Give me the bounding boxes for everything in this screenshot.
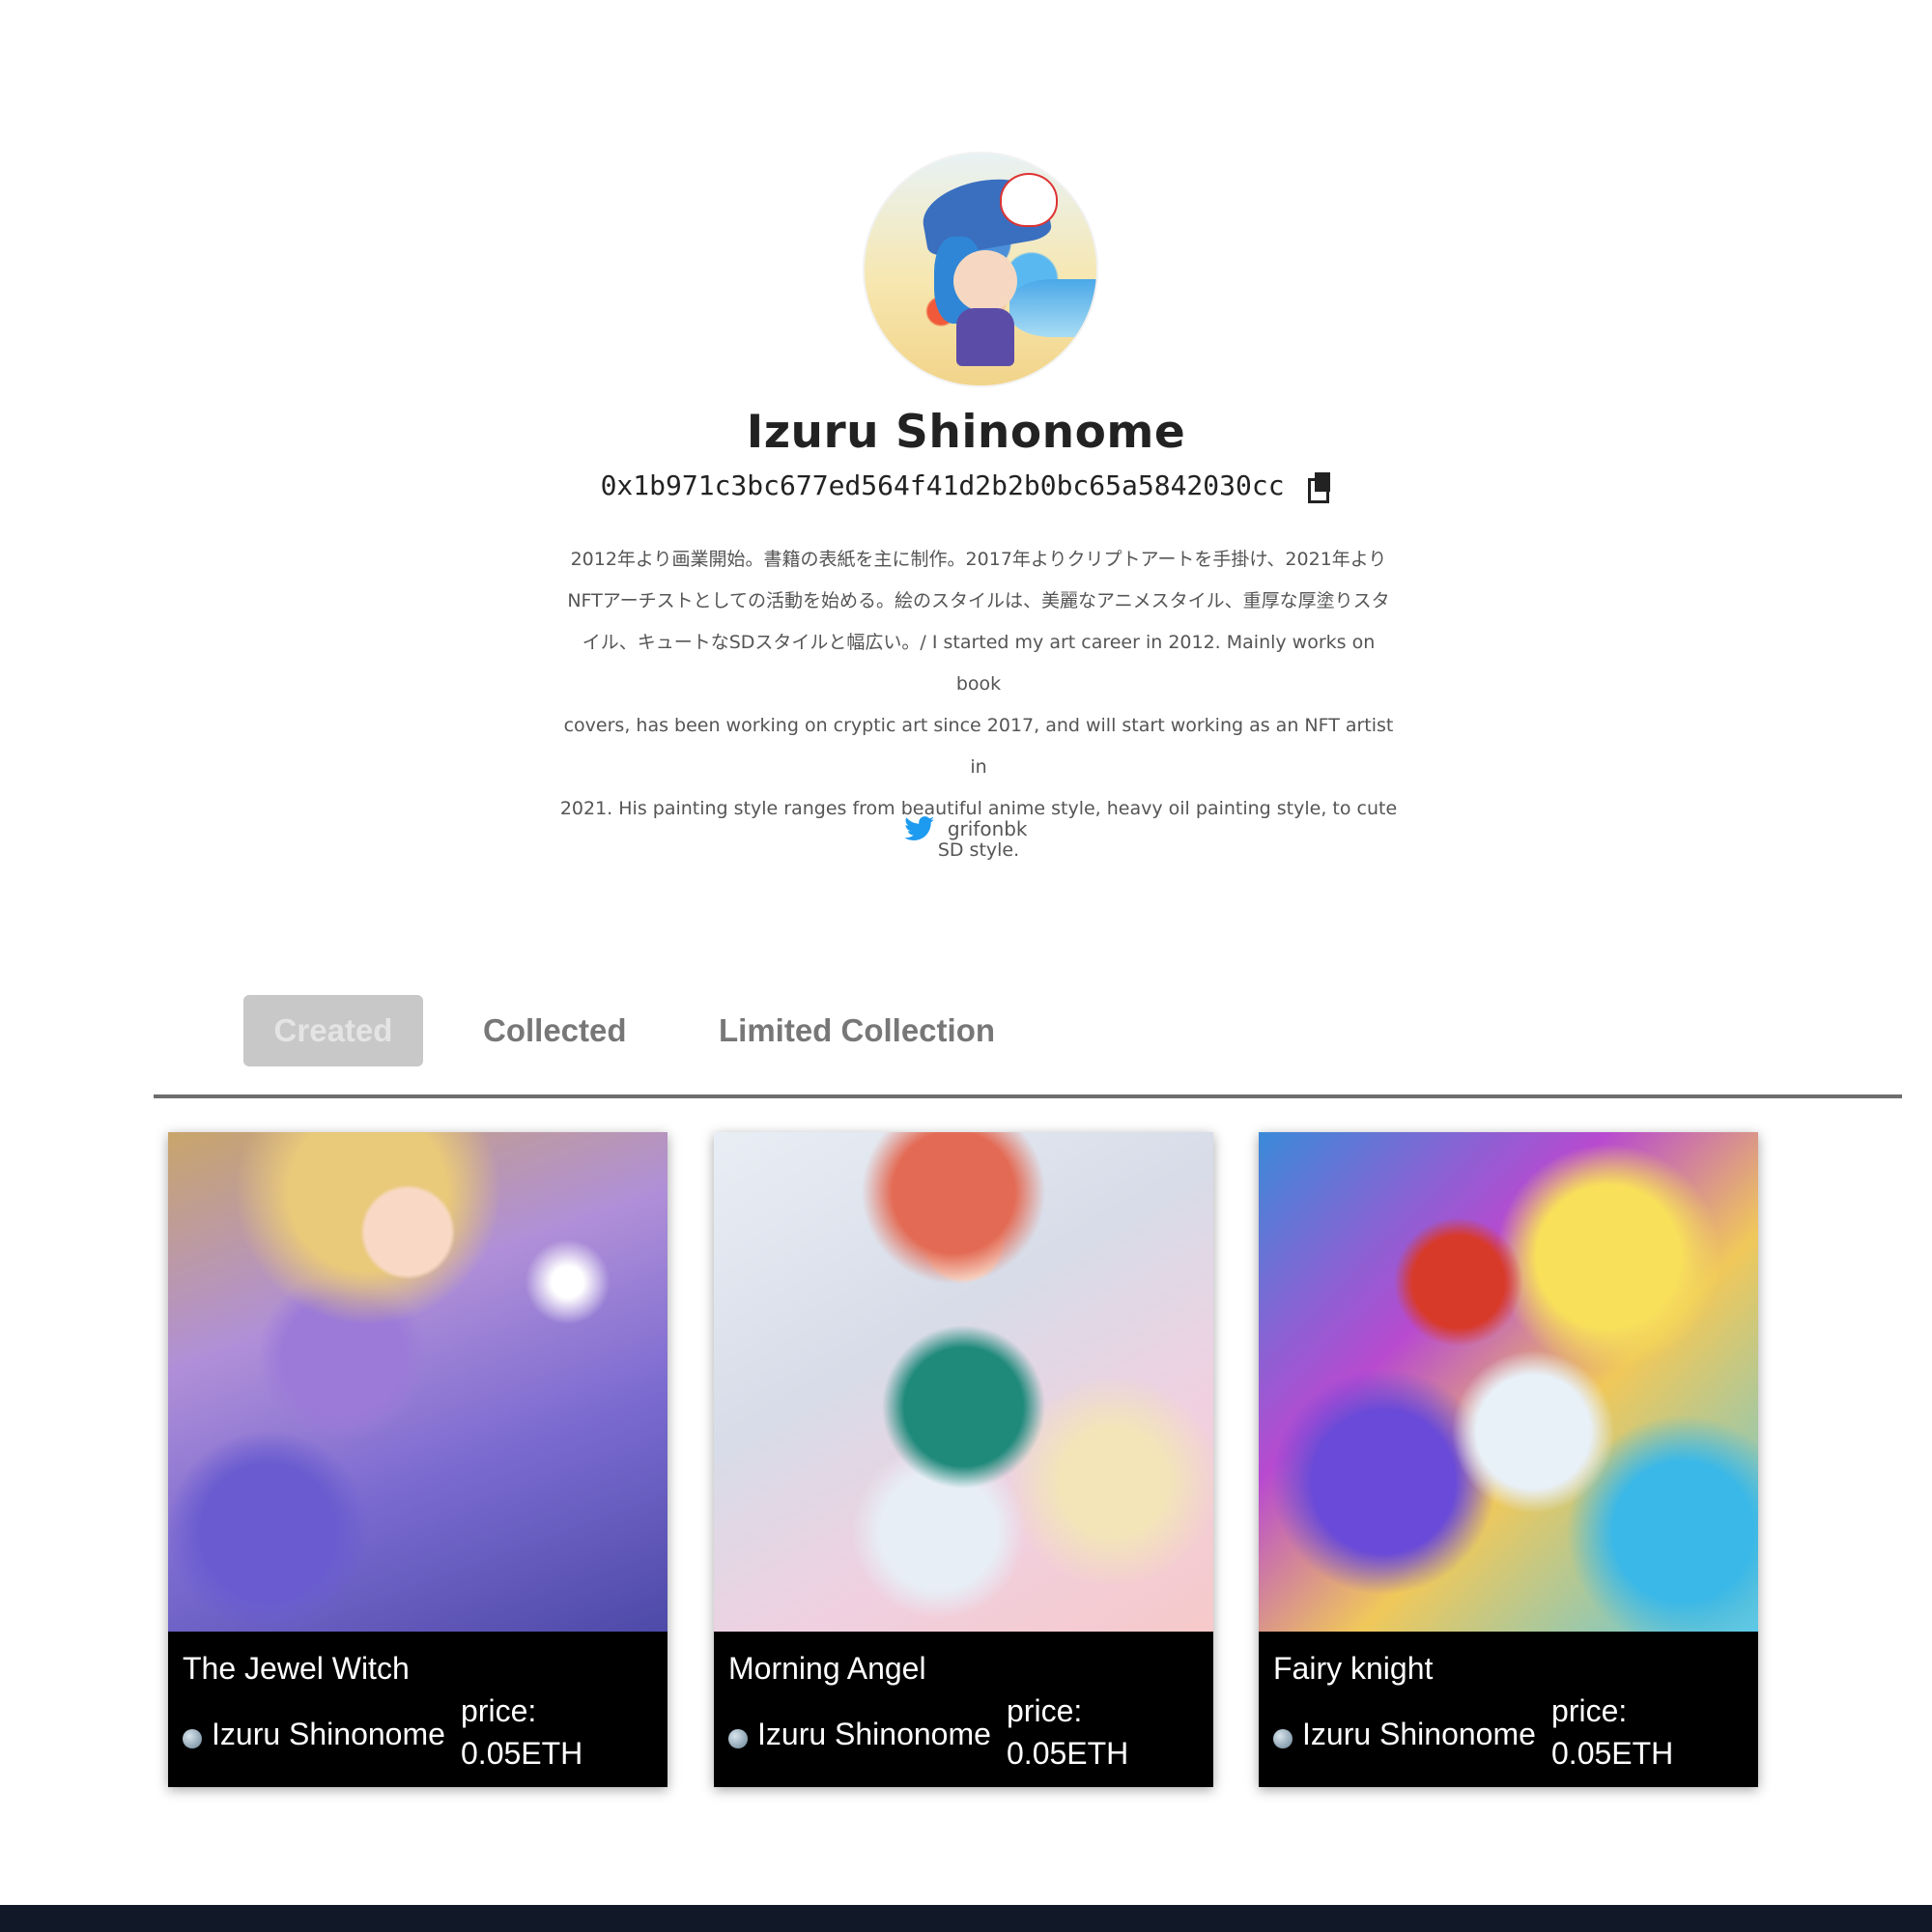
- wallet-address: 0x1b971c3bc677ed564f41d2b2b0bc65a5842030…: [600, 469, 1285, 501]
- creator-avatar-icon: [1273, 1729, 1293, 1748]
- twitter-bird-icon: [904, 816, 935, 846]
- price-label: price:: [1551, 1693, 1628, 1728]
- profile-name: Izuru Shinonome: [746, 406, 1186, 459]
- price-value: 0.05ETH: [1007, 1736, 1129, 1771]
- nft-card-morning-angel[interactable]: Morning Angel Izuru Shinonome price: 0.0…: [714, 1132, 1213, 1787]
- bio-line: NFTアーチストとしての活動を始める。絵のスタイルは、美麗なアニメスタイル、重厚…: [567, 590, 1390, 611]
- nft-title[interactable]: Fairy knight: [1273, 1651, 1433, 1687]
- creator-avatar-icon: [183, 1729, 202, 1748]
- tab-limited-collection[interactable]: Limited Collection: [719, 995, 995, 1066]
- nft-artwork-image[interactable]: [168, 1132, 668, 1632]
- nft-title[interactable]: The Jewel Witch: [183, 1651, 410, 1687]
- creator-avatar-icon: [728, 1729, 748, 1748]
- bio-line: covers, has been working on cryptic art …: [563, 715, 1394, 778]
- nft-creator[interactable]: Izuru Shinonome: [212, 1717, 445, 1752]
- bio-line: イル、キュートなSDスタイルと幅広い。/ I started my art ca…: [582, 632, 1376, 695]
- nft-creator[interactable]: Izuru Shinonome: [757, 1717, 991, 1752]
- tab-created[interactable]: Created: [243, 995, 423, 1066]
- nft-artwork-image[interactable]: [714, 1132, 1213, 1632]
- bio-line: 2012年より画業開始。書籍の表紙を主に制作。2017年よりクリプトアートを手掛…: [570, 549, 1387, 570]
- avatar-wave: [1009, 279, 1096, 337]
- price-label: price:: [1007, 1693, 1083, 1728]
- copy-icon[interactable]: [1308, 472, 1331, 503]
- price-value: 0.05ETH: [1551, 1736, 1674, 1771]
- nft-creator[interactable]: Izuru Shinonome: [1302, 1717, 1536, 1752]
- nft-card-fairy-knight[interactable]: Fairy knight Izuru Shinonome price: 0.05…: [1259, 1132, 1758, 1787]
- nft-card-info: The Jewel Witch Izuru Shinonome price: 0…: [168, 1632, 668, 1787]
- twitter-link[interactable]: grifonbk: [0, 816, 1932, 846]
- price-value: 0.05ETH: [461, 1736, 583, 1771]
- nft-artwork-image[interactable]: [1259, 1132, 1758, 1632]
- avatar-body: [956, 308, 1014, 366]
- avatar-fox-mask: [1000, 173, 1058, 227]
- nft-title[interactable]: Morning Angel: [728, 1651, 926, 1687]
- avatar: [863, 152, 1098, 387]
- price-label: price:: [461, 1693, 537, 1728]
- page-footer: [0, 1905, 1932, 1932]
- tab-divider: [154, 1094, 1902, 1098]
- tab-collected[interactable]: Collected: [483, 995, 627, 1066]
- twitter-handle: grifonbk: [947, 817, 1028, 840]
- nft-card-jewel-witch[interactable]: The Jewel Witch Izuru Shinonome price: 0…: [168, 1132, 668, 1787]
- nft-card-info: Fairy knight Izuru Shinonome price: 0.05…: [1259, 1632, 1758, 1787]
- avatar-face: [953, 250, 1017, 312]
- nft-card-info: Morning Angel Izuru Shinonome price: 0.0…: [714, 1632, 1213, 1787]
- wallet-address-row: 0x1b971c3bc677ed564f41d2b2b0bc65a5842030…: [0, 469, 1932, 503]
